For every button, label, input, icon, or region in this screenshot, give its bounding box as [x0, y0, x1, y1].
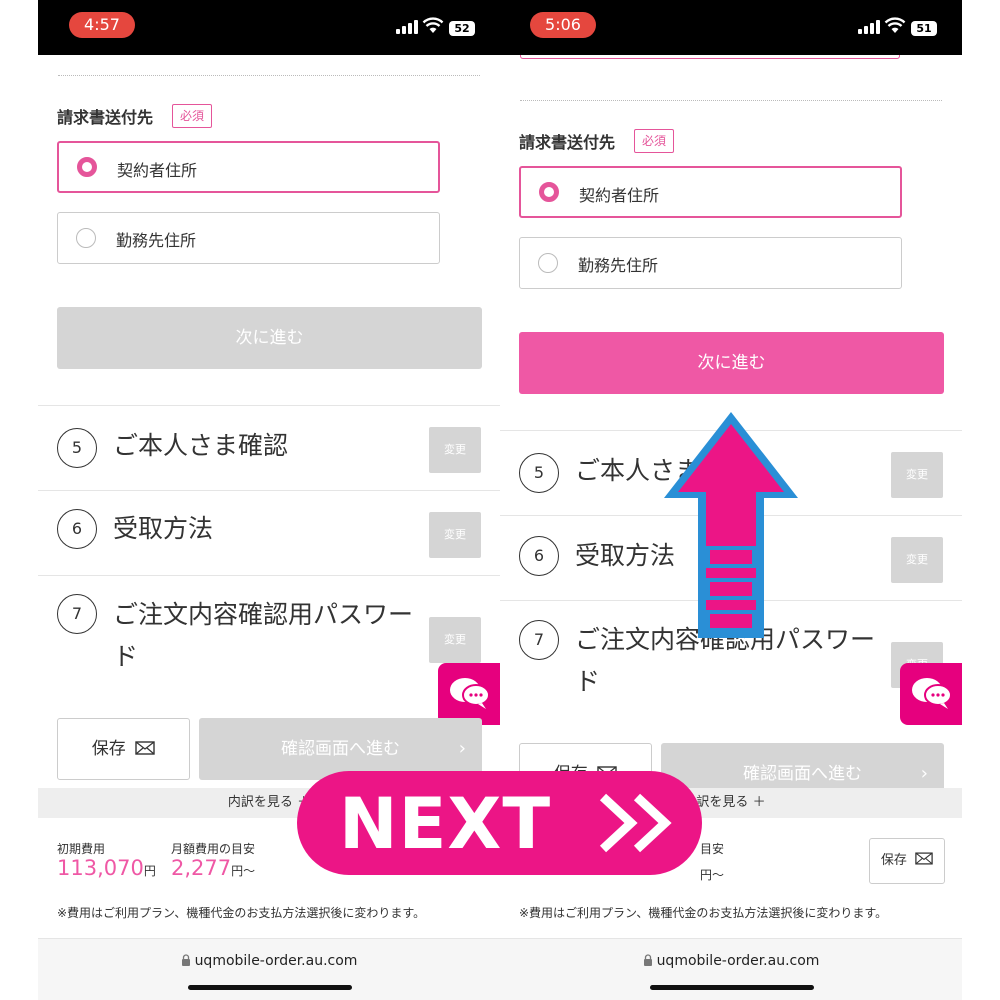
- radio-circle: [76, 228, 96, 248]
- radio-work-address[interactable]: 勤務先住所: [519, 237, 902, 289]
- envelope-icon: [135, 741, 155, 755]
- url-text: uqmobile-order.au.com: [656, 953, 820, 969]
- required-badge: 必須: [172, 104, 212, 128]
- change-button[interactable]: 変更: [429, 512, 481, 558]
- divider: [520, 100, 942, 101]
- browser-url-bar[interactable]: uqmobile-order.au.com: [38, 938, 500, 1000]
- next-button[interactable]: 次に進む: [519, 332, 944, 394]
- envelope-icon: [915, 852, 933, 865]
- radio-label: 勤務先住所: [578, 256, 659, 275]
- signal-icon: [858, 20, 880, 34]
- change-button[interactable]: 変更: [429, 427, 481, 473]
- change-button[interactable]: 変更: [891, 537, 943, 583]
- home-indicator: [650, 985, 814, 990]
- initial-fee-amount: 113,070: [57, 856, 144, 880]
- signal-icon: [396, 20, 418, 34]
- previous-field-edge: [520, 55, 900, 59]
- step-title: ご本人さま確認: [113, 431, 289, 460]
- radio-label: 勤務先住所: [116, 231, 197, 250]
- required-badge: 必須: [634, 129, 674, 153]
- next-banner-text: NEXT: [339, 783, 552, 865]
- step-number: 7: [519, 620, 559, 660]
- radio-work-address[interactable]: 勤務先住所: [57, 212, 440, 264]
- yen-unit: 円: [143, 864, 156, 878]
- battery-icon: 52: [449, 21, 475, 36]
- double-chevron-icon: [599, 793, 672, 853]
- save-button-small[interactable]: 保存: [869, 838, 945, 884]
- step-title: ご注文内容確認用パスワード: [113, 600, 414, 671]
- save-label: 保存: [880, 853, 907, 868]
- lock-icon: [181, 954, 190, 966]
- step-title: 受取方法: [113, 514, 214, 543]
- status-time: 4:57: [69, 12, 135, 38]
- status-bar: 5:06 51: [500, 0, 962, 55]
- initial-fee-value: 113,070円: [57, 856, 156, 880]
- radio-circle: [77, 157, 97, 177]
- step-row-6[interactable]: 6 受取方法 変更: [38, 490, 500, 575]
- radio-contract-address[interactable]: 契約者住所: [519, 166, 902, 218]
- monthly-fee-amount: 2,277: [171, 856, 232, 880]
- radio-circle: [538, 253, 558, 273]
- monthly-fee-label: 目安: [700, 842, 725, 856]
- lock-icon: [643, 954, 652, 966]
- monthly-fee-label: 月額費用の目安: [171, 842, 256, 856]
- next-button[interactable]: 次に進む: [57, 307, 482, 369]
- radio-contract-address[interactable]: 契約者住所: [57, 141, 440, 193]
- url-display: uqmobile-order.au.com: [38, 953, 500, 969]
- monthly-suffix: 円〜: [700, 868, 725, 882]
- initial-fee-label: 初期費用: [57, 842, 106, 856]
- divider: [58, 75, 480, 76]
- monthly-suffix: 円〜: [231, 864, 256, 878]
- home-indicator: [188, 985, 352, 990]
- save-button[interactable]: 保存: [57, 718, 190, 780]
- up-arrow-icon: [664, 412, 798, 638]
- confirm-label: 確認画面へ進む: [743, 764, 862, 784]
- radio-label: 契約者住所: [579, 186, 660, 205]
- wifi-icon: [884, 17, 906, 33]
- radio-circle: [539, 182, 559, 202]
- section-label: 請求書送付先: [57, 108, 154, 127]
- confirm-label: 確認画面へ進む: [281, 739, 400, 759]
- browser-url-bar[interactable]: uqmobile-order.au.com: [500, 938, 962, 1000]
- save-label: 保存: [91, 739, 126, 759]
- change-button[interactable]: 変更: [891, 452, 943, 498]
- url-display: uqmobile-order.au.com: [500, 953, 962, 969]
- fee-disclaimer: ※費用はご利用プラン、機種代金のお支払方法選択後に変わります。: [57, 906, 426, 920]
- chat-icon: [912, 678, 952, 709]
- step-row-5[interactable]: 5 ご本人さま確認 変更: [38, 405, 500, 490]
- radio-label: 契約者住所: [117, 161, 198, 180]
- chat-button[interactable]: [438, 663, 500, 725]
- step-number: 7: [57, 594, 97, 634]
- url-text: uqmobile-order.au.com: [194, 953, 358, 969]
- breakdown-label: 訳を見る: [696, 795, 749, 810]
- step-number: 5: [57, 428, 97, 468]
- step-row-7[interactable]: 7 ご注文内容確認用パスワード 変更: [38, 575, 500, 695]
- step-number: 6: [57, 509, 97, 549]
- battery-icon: 51: [911, 21, 937, 36]
- status-bar: 4:57 52: [38, 0, 500, 55]
- chat-button[interactable]: [900, 663, 962, 725]
- step-number: 5: [519, 453, 559, 493]
- plus-icon: ＋: [752, 795, 766, 810]
- step-number: 6: [519, 536, 559, 576]
- breakdown-label: 内訳を見る: [227, 795, 293, 810]
- status-time: 5:06: [530, 12, 596, 38]
- next-banner: NEXT: [297, 771, 702, 875]
- change-button[interactable]: 変更: [429, 617, 481, 663]
- monthly-fee-value: 2,277円〜: [171, 856, 255, 880]
- fee-disclaimer: ※費用はご利用プラン、機種代金のお支払方法選択後に変わります。: [519, 906, 888, 920]
- section-label: 請求書送付先: [519, 133, 616, 152]
- wifi-icon: [422, 17, 444, 33]
- chat-icon: [450, 678, 490, 709]
